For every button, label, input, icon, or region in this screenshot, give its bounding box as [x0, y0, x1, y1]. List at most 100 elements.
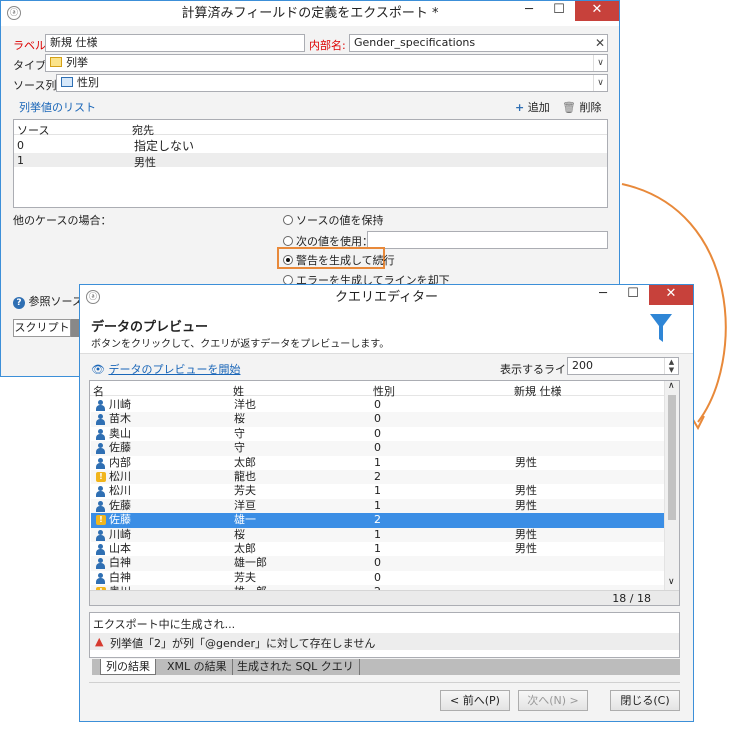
list-header: ソース 宛先: [14, 120, 607, 137]
table-row[interactable]: 佐藤 洋亘 1 男性: [91, 498, 664, 514]
label-field[interactable]: 新規 仕様: [45, 34, 305, 52]
type-select[interactable]: 列挙 ∨: [45, 54, 608, 72]
log-title: エクスポート中に生成され...: [93, 618, 236, 631]
maximize-button[interactable]: ☐: [545, 1, 573, 21]
clear-icon[interactable]: ✕: [593, 35, 607, 51]
cell-last-name: 芳夫: [234, 570, 256, 584]
start-preview-label: データのプレビューを開始: [108, 363, 241, 376]
scroll-up-icon[interactable]: ∧: [668, 381, 675, 391]
col-gender: 性別: [373, 385, 395, 398]
cell-first-name: 松川: [109, 470, 131, 483]
table-body: 川崎 洋也 0 苗木桜 0 奥山守 0 佐藤 守 0 内部 太郎 1 男性! 松川 龍也 2 松川 芳夫 1 男性 佐藤洋…: [90, 398, 679, 591]
add-button[interactable]: + 追加: [515, 99, 550, 115]
cell-first-name: 白神: [109, 556, 131, 570]
table-row[interactable]: ! 佐藤 雄一 2: [91, 513, 664, 528]
cell-gender: 2: [374, 513, 381, 527]
chevron-down-icon[interactable]: ∨: [593, 55, 607, 71]
app-icon: ⓐ: [86, 290, 100, 304]
user-icon: [96, 457, 105, 469]
cell-gender: 0: [374, 398, 381, 411]
help-icon: ?: [13, 297, 25, 309]
log-message-row[interactable]: ▲ 列挙値「2」が列「@gender」に対して存在しません: [90, 633, 679, 650]
table-row[interactable]: 奥山 守 0: [91, 427, 664, 441]
user-icon: [96, 544, 105, 555]
spinner-arrows-icon[interactable]: ▲ ▼: [664, 358, 678, 374]
cell-last-name: 桜: [234, 527, 245, 541]
minimize-button[interactable]: ─: [589, 285, 617, 305]
add-icon: +: [515, 101, 525, 114]
cell-gender: 0: [374, 570, 381, 584]
table-row[interactable]: 白神 芳夫 0: [91, 571, 664, 585]
add-label: 追加: [527, 101, 550, 114]
cell-first-name: 白神: [109, 570, 131, 584]
table-row[interactable]: 山本 太郎 1 男性: [91, 542, 664, 556]
delete-button[interactable]: 🗑 削除: [562, 99, 601, 115]
cell-last-name: 守: [234, 441, 245, 455]
list-row[interactable]: 1 男性: [14, 153, 607, 169]
list-row[interactable]: 0 指定しない: [14, 137, 607, 153]
source-select[interactable]: 性別 ∨: [56, 74, 608, 92]
table-row[interactable]: 内部 太郎 1 男性: [91, 456, 664, 470]
lines-spinner[interactable]: 200 ▲ ▼: [567, 357, 679, 375]
trash-icon: 🗑: [562, 101, 576, 114]
cell-gender: 1: [374, 484, 381, 498]
radio-label: 警告を生成して続行: [296, 254, 395, 267]
row-source: 0: [17, 139, 24, 152]
close-button[interactable]: 閉じる(C): [610, 690, 680, 711]
warning-icon: !: [96, 472, 106, 482]
chevron-down-icon[interactable]: ∨: [593, 75, 607, 91]
col-first-name: 名: [93, 385, 104, 398]
ref-source[interactable]: ? 参照ソース: [13, 293, 83, 309]
radio-icon: [283, 215, 293, 225]
footer-divider: [89, 682, 680, 683]
export-titlebar: ⓐ 計算済みフィールドの定義をエクスポート * ─ ☐ ✕: [1, 1, 619, 26]
cell-last-name: 太郎: [234, 542, 256, 555]
close-window-button[interactable]: ✕: [575, 1, 619, 21]
table-row[interactable]: 佐藤 守 0: [91, 441, 664, 456]
vertical-scrollbar[interactable]: ∧ ∨: [664, 381, 679, 591]
minimize-button[interactable]: ─: [515, 1, 543, 21]
preview-description: ボタンをクリックして、クエリが返すデータをプレビューします。: [91, 339, 390, 350]
cell-last-name: 龍也: [234, 470, 256, 483]
type-value: 列挙: [66, 56, 88, 69]
row-dest: 指定しない: [134, 139, 195, 153]
tab-column-results[interactable]: 列の結果: [100, 659, 156, 675]
col-last-name: 姓: [233, 385, 244, 398]
table-row[interactable]: ! 松川 龍也 2: [91, 470, 664, 485]
cell-new-spec: 男性: [515, 527, 537, 541]
radio-icon: [283, 236, 293, 246]
col-new-spec: 新規 仕様: [514, 385, 562, 398]
row-count: 18 / 18: [612, 592, 651, 605]
radio-keep-source[interactable]: ソースの値を保持: [283, 212, 383, 228]
table-row[interactable]: 松川 芳夫 1 男性: [91, 484, 664, 498]
preview-table[interactable]: 名 姓 性別 新規 仕様 川崎 洋也 0 苗木桜 0 奥山守 0 佐藤守 0 内部 太郎 1 男性! 松川…: [89, 380, 680, 606]
internal-name-field[interactable]: Gender_specifications ✕: [349, 34, 608, 52]
radio-warn-continue[interactable]: 警告を生成して続行: [283, 252, 395, 268]
next-button[interactable]: 次へ(N) >: [518, 690, 588, 711]
col-dest: 宛先: [132, 124, 154, 137]
internal-name-caption: 内部名:: [309, 39, 346, 52]
use-value-input[interactable]: [367, 231, 608, 249]
scroll-down-icon[interactable]: ∨: [668, 577, 675, 587]
start-preview-link[interactable]: 👁 データのプレビューを開始: [91, 361, 240, 377]
script-tab[interactable]: スクリプト: [13, 319, 71, 337]
tab-xml-results[interactable]: XML の結果: [162, 659, 233, 675]
user-icon: [96, 400, 105, 411]
maximize-button[interactable]: ☐: [619, 285, 647, 305]
table-row[interactable]: 白神 雄一郎 0: [91, 556, 664, 571]
other-cases-label: 他のケースの場合：: [13, 214, 112, 227]
scroll-thumb[interactable]: [668, 395, 676, 520]
query-editor-window: ⓐ クエリエディター ─ ☐ ✕ データのプレビュー ボタンをクリックして、クエ…: [79, 284, 694, 722]
cell-last-name: 洋亘: [234, 498, 256, 512]
column-icon: [61, 77, 73, 87]
table-row[interactable]: 川崎 洋也 0: [91, 398, 664, 412]
close-window-button[interactable]: ✕: [649, 285, 693, 305]
table-row[interactable]: 川崎 桜 1 男性: [91, 527, 664, 542]
back-button[interactable]: < 前へ(P): [440, 690, 510, 711]
enum-values-list[interactable]: ソース 宛先 0 指定しない 1 男性: [13, 119, 608, 208]
cell-first-name: 佐藤: [109, 441, 131, 455]
table-row[interactable]: 苗木 桜 0: [91, 412, 664, 427]
user-icon: [96, 558, 105, 570]
query-window-title: クエリエディター: [334, 290, 439, 305]
tab-generated-sql[interactable]: 生成された SQL クエリ: [232, 659, 360, 675]
